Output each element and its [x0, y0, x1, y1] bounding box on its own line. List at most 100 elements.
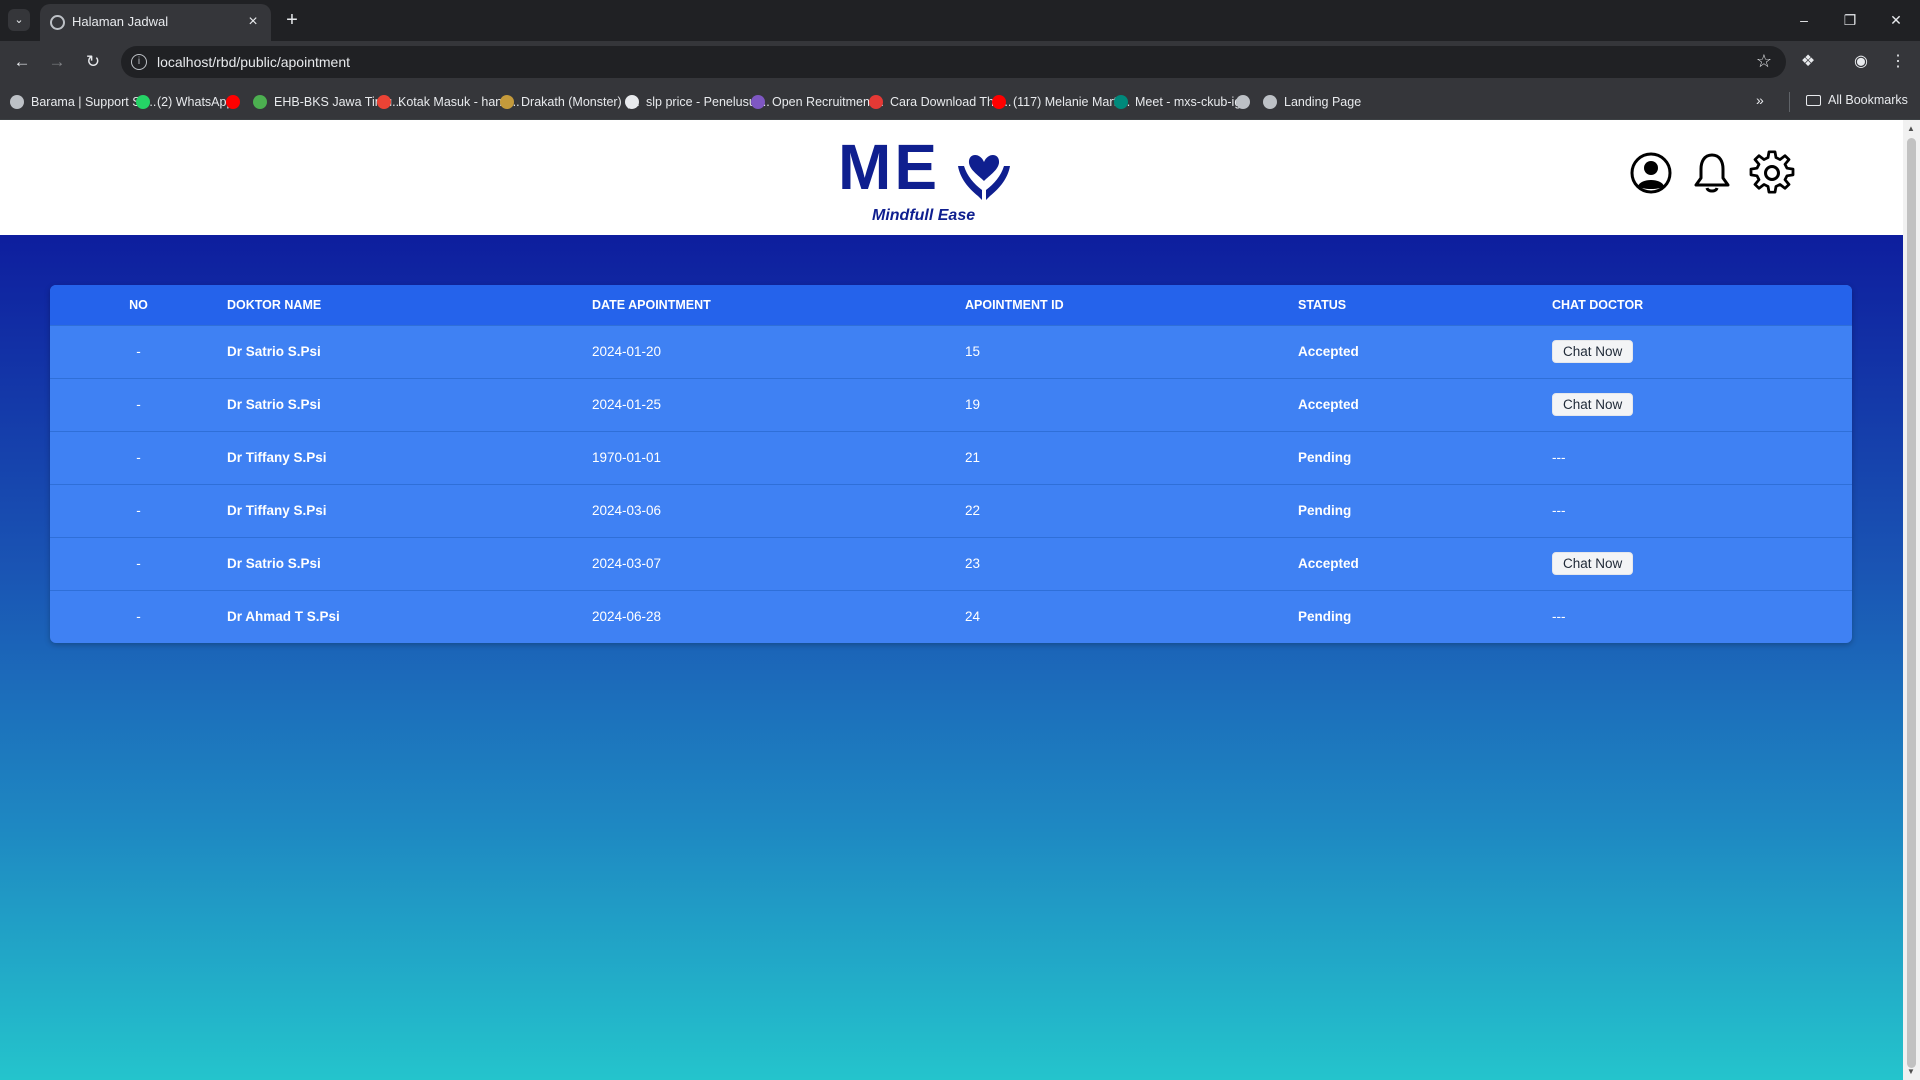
page-scrollbar[interactable]: ▲ ▼: [1903, 120, 1920, 1080]
appointment-date: 2024-03-06: [592, 503, 662, 518]
bookmark-favicon-icon: [869, 95, 883, 109]
notification-bell-icon[interactable]: [1689, 150, 1735, 196]
appointment-id: 23: [965, 556, 981, 571]
close-window-icon[interactable]: ✕: [1878, 6, 1914, 34]
scroll-down-arrow-icon[interactable]: ▼: [1907, 1067, 1915, 1076]
settings-gear-icon[interactable]: [1749, 150, 1795, 196]
bookmark-favicon-icon: [253, 95, 267, 109]
bookmark-item[interactable]: Barama | Support Sy...: [10, 93, 156, 111]
logo-tagline: Mindfull Ease: [872, 207, 976, 224]
user-profile-icon[interactable]: [1628, 150, 1674, 196]
bookmark-label: Meet - mxs-ckub-ige: [1135, 95, 1249, 109]
doctor-name: Dr Satrio S.Psi: [227, 556, 321, 571]
mindfull-ease-logo[interactable]: ME Mindfull Ease: [836, 130, 1016, 230]
row-number: -: [136, 344, 141, 359]
bookmark-item[interactable]: slp price - Penelusur...: [625, 93, 770, 111]
bookmark-item[interactable]: (2) WhatsApp: [136, 93, 233, 111]
appointment-id: 15: [965, 344, 981, 359]
column-header-date: DATE APOINTMENT: [592, 297, 711, 312]
appointment-date: 1970-01-01: [592, 450, 662, 465]
appointment-date: 2024-06-28: [592, 609, 662, 625]
bookmark-favicon-icon: [1263, 95, 1277, 109]
bookmark-item[interactable]: Drakath (Monster) (...: [500, 93, 640, 111]
bookmark-label: Drakath (Monster) (...: [521, 95, 640, 109]
row-number: -: [136, 503, 141, 518]
appointments-table-card: NO DOKTOR NAME DATE APOINTMENT APOINTMEN…: [50, 285, 1852, 643]
extensions-puzzle-icon[interactable]: ❖: [1795, 49, 1821, 75]
appointment-id: 21: [965, 450, 981, 465]
bookmarks-divider: [1789, 92, 1790, 112]
restore-window-icon[interactable]: ❐: [1832, 6, 1868, 34]
doctor-name: Dr Tiffany S.Psi: [227, 503, 327, 518]
row-number: -: [136, 556, 141, 571]
tab-close-icon[interactable]: ×: [243, 12, 263, 32]
bookmark-favicon-icon: [500, 95, 514, 109]
scroll-up-arrow-icon[interactable]: ▲: [1907, 124, 1915, 133]
back-arrow-icon[interactable]: ←: [8, 48, 36, 76]
more-bookmarks-chevron-icon[interactable]: »: [1756, 92, 1764, 108]
bookmark-favicon-icon: [136, 95, 150, 109]
browser-menu-icon[interactable]: ⋮: [1885, 49, 1911, 75]
appointment-id: 22: [965, 503, 981, 518]
doctor-name: Dr Ahmad T S.Psi: [227, 609, 340, 625]
site-info-icon[interactable]: i: [131, 54, 147, 70]
table-row: - Dr Satrio S.Psi 2024-01-25 19 Accepted Chat…: [50, 378, 1852, 431]
chat-now-button[interactable]: Chat Now: [1552, 340, 1634, 363]
bookmark-item[interactable]: [1236, 93, 1257, 111]
bookmark-item[interactable]: Meet - mxs-ckub-ige: [1114, 93, 1248, 111]
bookmark-star-icon[interactable]: ☆: [1756, 51, 1772, 72]
bookmarks-bar: » All Bookmarks Barama | Support Sy... (2…: [0, 83, 1920, 120]
bookmark-item[interactable]: Open Recruitment...: [751, 93, 884, 111]
bookmark-label: (117) Melanie Marti...: [1013, 95, 1131, 109]
new-tab-plus-icon[interactable]: +: [280, 8, 304, 32]
column-header-no: NO: [129, 297, 148, 312]
appointments-table: NO DOKTOR NAME DATE APOINTMENT APOINTMEN…: [50, 285, 1852, 643]
chat-cell: Chat Now: [1552, 537, 1852, 590]
chat-now-button[interactable]: Chat Now: [1552, 552, 1634, 575]
status-label: Accepted: [1298, 344, 1359, 359]
bookmark-favicon-icon: [992, 95, 1006, 109]
bookmark-item[interactable]: (117) Melanie Marti...: [992, 93, 1130, 111]
bookmark-favicon-icon: [751, 95, 765, 109]
scrollbar-thumb[interactable]: [1907, 138, 1916, 1068]
appointments-section: NO DOKTOR NAME DATE APOINTMENT APOINTMEN…: [0, 235, 1903, 1080]
url-text[interactable]: localhost/rbd/public/apointment: [157, 54, 350, 70]
forward-arrow-icon[interactable]: →: [43, 48, 71, 76]
heart-hands-logo-icon: [958, 154, 1010, 200]
browser-toolbar: ← → ↻ i localhost/rbd/public/apointment …: [0, 41, 1920, 83]
bookmark-favicon-icon: [625, 95, 639, 109]
column-header-status: STATUS: [1298, 297, 1347, 312]
appointment-id: 24: [965, 609, 981, 625]
tab-title: Halaman Jadwal: [72, 14, 169, 29]
column-header-chat-doctor: CHAT DOCTOR: [1552, 297, 1644, 312]
table-row: - Dr Tiffany S.Psi 2024-03-06 22 Pending ---: [50, 484, 1852, 537]
site-header: ME Mindfull Ease: [0, 120, 1903, 235]
row-number: -: [136, 450, 141, 465]
doctor-name: Dr Satrio S.Psi: [227, 344, 321, 359]
reload-icon[interactable]: ↻: [79, 48, 107, 76]
table-row: - Dr Satrio S.Psi 2024-03-07 23 Accepted Chat…: [50, 537, 1852, 590]
doctor-name: Dr Satrio S.Psi: [227, 397, 321, 412]
bookmark-label: Open Recruitment...: [772, 95, 884, 109]
column-header-doctor-name: DOKTOR NAME: [227, 297, 322, 312]
appointment-date: 2024-01-25: [592, 397, 662, 412]
bookmark-item[interactable]: Kotak Masuk - hand...: [377, 93, 520, 111]
minimize-window-icon[interactable]: –: [1786, 6, 1822, 34]
browser-tab-active[interactable]: Halaman Jadwal ×: [40, 4, 271, 41]
address-bar[interactable]: i localhost/rbd/public/apointment ☆: [121, 46, 1786, 78]
all-bookmarks-button[interactable]: All Bookmarks: [1806, 93, 1908, 107]
status-label: Pending: [1298, 503, 1352, 518]
page-viewport: ME Mindfull Ease NO DOKTOR NAME DATE APO…: [0, 120, 1903, 1080]
bookmark-item[interactable]: [226, 93, 247, 111]
profile-avatar-icon[interactable]: ◉: [1848, 49, 1874, 75]
bookmark-item[interactable]: Landing Page: [1263, 93, 1361, 111]
bookmark-favicon-icon: [10, 95, 24, 109]
appointment-id: 19: [965, 397, 981, 412]
bookmark-favicon-icon: [1236, 95, 1250, 109]
tab-search-chevron-icon[interactable]: ⌄: [8, 9, 30, 31]
bookmark-label: Landing Page: [1284, 95, 1362, 109]
table-header-row: NO DOKTOR NAME DATE APOINTMENT APOINTMEN…: [50, 285, 1852, 325]
chat-unavailable: ---: [1552, 503, 1566, 518]
chat-now-button[interactable]: Chat Now: [1552, 393, 1634, 416]
bookmark-item[interactable]: Cara Download The...: [869, 93, 1011, 111]
